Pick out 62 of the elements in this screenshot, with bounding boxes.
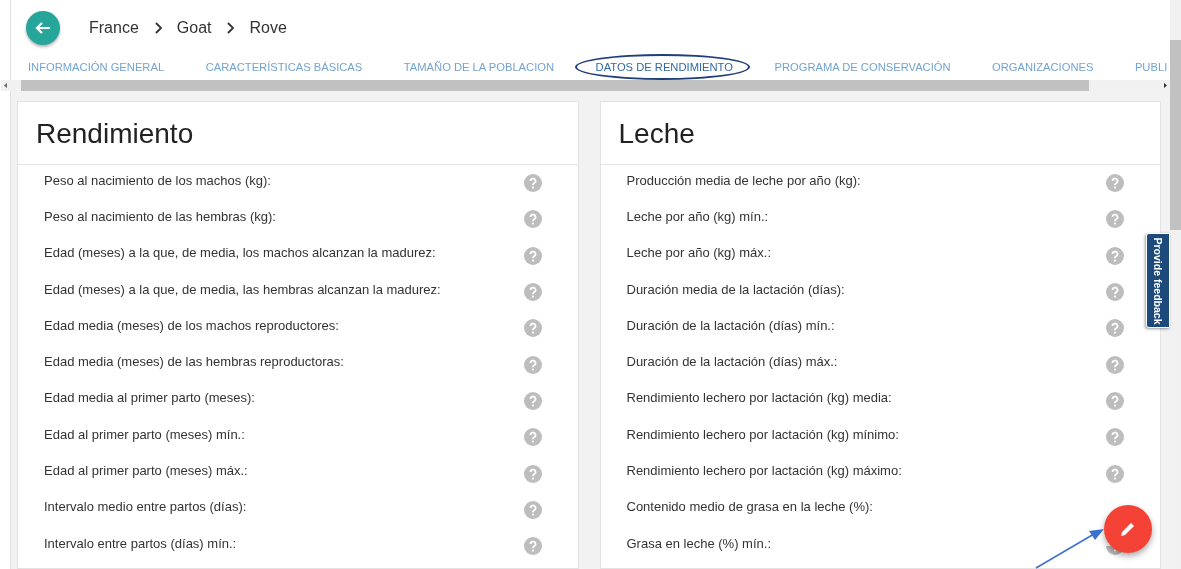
field-label: Edad (meses) a la que, de media, las hembras alcanzan la madurez: — [44, 281, 442, 297]
tab[interactable]: PROGRAMA DE CONSERVACIÓN — [774, 61, 951, 73]
tab[interactable]: TAMAÑO DE LA POBLACION — [403, 61, 555, 73]
help-icon[interactable] — [523, 174, 542, 193]
help-icon[interactable] — [1106, 283, 1124, 302]
feedback-tab[interactable]: Provide feedback — [1146, 233, 1170, 328]
help-icon[interactable] — [523, 500, 542, 519]
help-icon[interactable] — [1106, 246, 1124, 265]
field-label: Duración media de la lactación (días): — [626, 281, 846, 297]
help-icon[interactable] — [523, 355, 542, 374]
field-label: Contenido medio de grasa en la leche (%): — [626, 499, 874, 515]
tab[interactable]: DATOS DE RENDIMIENTO — [595, 61, 733, 73]
pencil-icon — [1119, 520, 1137, 538]
card-title: Leche — [600, 102, 1160, 165]
field-label: Rendimiento lechero por lactación (kg) máximo: — [626, 463, 903, 478]
field-label: Rendimiento lechero por lactación (kg) mínimo: — [626, 426, 900, 442]
annotation-arrow — [1034, 526, 1104, 569]
help-icon[interactable] — [1106, 210, 1124, 229]
help-icon[interactable] — [523, 428, 542, 447]
field-label: Duración de la lactación (días) mín.: — [626, 317, 836, 333]
field-label: Edad media (meses) de las hembras reproductoras: — [44, 354, 345, 370]
help-icon[interactable] — [1106, 319, 1124, 338]
help-icon[interactable] — [1106, 428, 1124, 447]
field-label: Intervalo medio entre partos (días): — [44, 499, 248, 515]
field-label: Edad (meses) a la que, de media, los machos alcanzan la madurez: — [44, 245, 437, 261]
field-label: Edad media (meses) de los machos reproductores: — [44, 317, 340, 333]
help-icon[interactable] — [523, 210, 542, 229]
field-label: Leche por año (kg) máx.: — [626, 245, 773, 261]
help-icon[interactable] — [523, 464, 542, 483]
tab[interactable]: ORGANIZACIONES — [992, 61, 1094, 73]
help-icon[interactable] — [523, 537, 542, 556]
tab[interactable]: INFORMACIÓN GENERAL — [28, 61, 165, 73]
field-label: Edad al primer parto (meses) máx.: — [44, 463, 249, 478]
field-label: Leche por año (kg) mín.: — [626, 208, 770, 224]
back-button[interactable] — [26, 11, 60, 45]
horizontal-scrollbar[interactable] — [1, 80, 1170, 91]
help-icon[interactable] — [1106, 355, 1124, 374]
field-label: Peso al nacimiento de las hembras (kg): — [44, 208, 277, 224]
field-label: Rendimiento lechero por lactación (kg) media: — [626, 390, 893, 406]
field-label: Intervalo entre partos (días) mín.: — [44, 535, 238, 551]
help-icon[interactable] — [523, 319, 542, 338]
breadcrumb-link[interactable]: Goat — [176, 19, 212, 37]
field-label: Grasa en leche (%) mín.: — [626, 535, 772, 551]
tab[interactable]: PUBLI — [1134, 61, 1168, 73]
chevron-right-icon — [152, 22, 163, 34]
breadcrumb-link[interactable]: Rove — [249, 19, 287, 37]
help-icon[interactable] — [1106, 391, 1124, 410]
help-icon[interactable] — [523, 246, 542, 265]
breadcrumb-link[interactable]: France — [89, 19, 139, 37]
tab[interactable]: CARACTERÍSTICAS BÁSICAS — [205, 61, 363, 73]
help-icon[interactable] — [1106, 174, 1124, 193]
card-title: Rendimiento — [18, 102, 578, 165]
field-label: Edad al primer parto (meses) mín.: — [44, 426, 246, 442]
field-label: Peso al nacimiento de los machos (kg): — [44, 172, 272, 188]
help-icon[interactable] — [523, 283, 542, 302]
help-icon[interactable] — [523, 391, 542, 410]
field-label: Producción media de leche por año (kg): — [626, 172, 862, 188]
vertical-scrollbar[interactable] — [1170, 0, 1181, 569]
chevron-right-icon — [225, 22, 236, 34]
field-label: Duración de la lactación (días) máx.: — [626, 354, 839, 370]
help-icon[interactable] — [1106, 464, 1124, 483]
field-label: Edad media al primer parto (meses): — [44, 390, 256, 406]
